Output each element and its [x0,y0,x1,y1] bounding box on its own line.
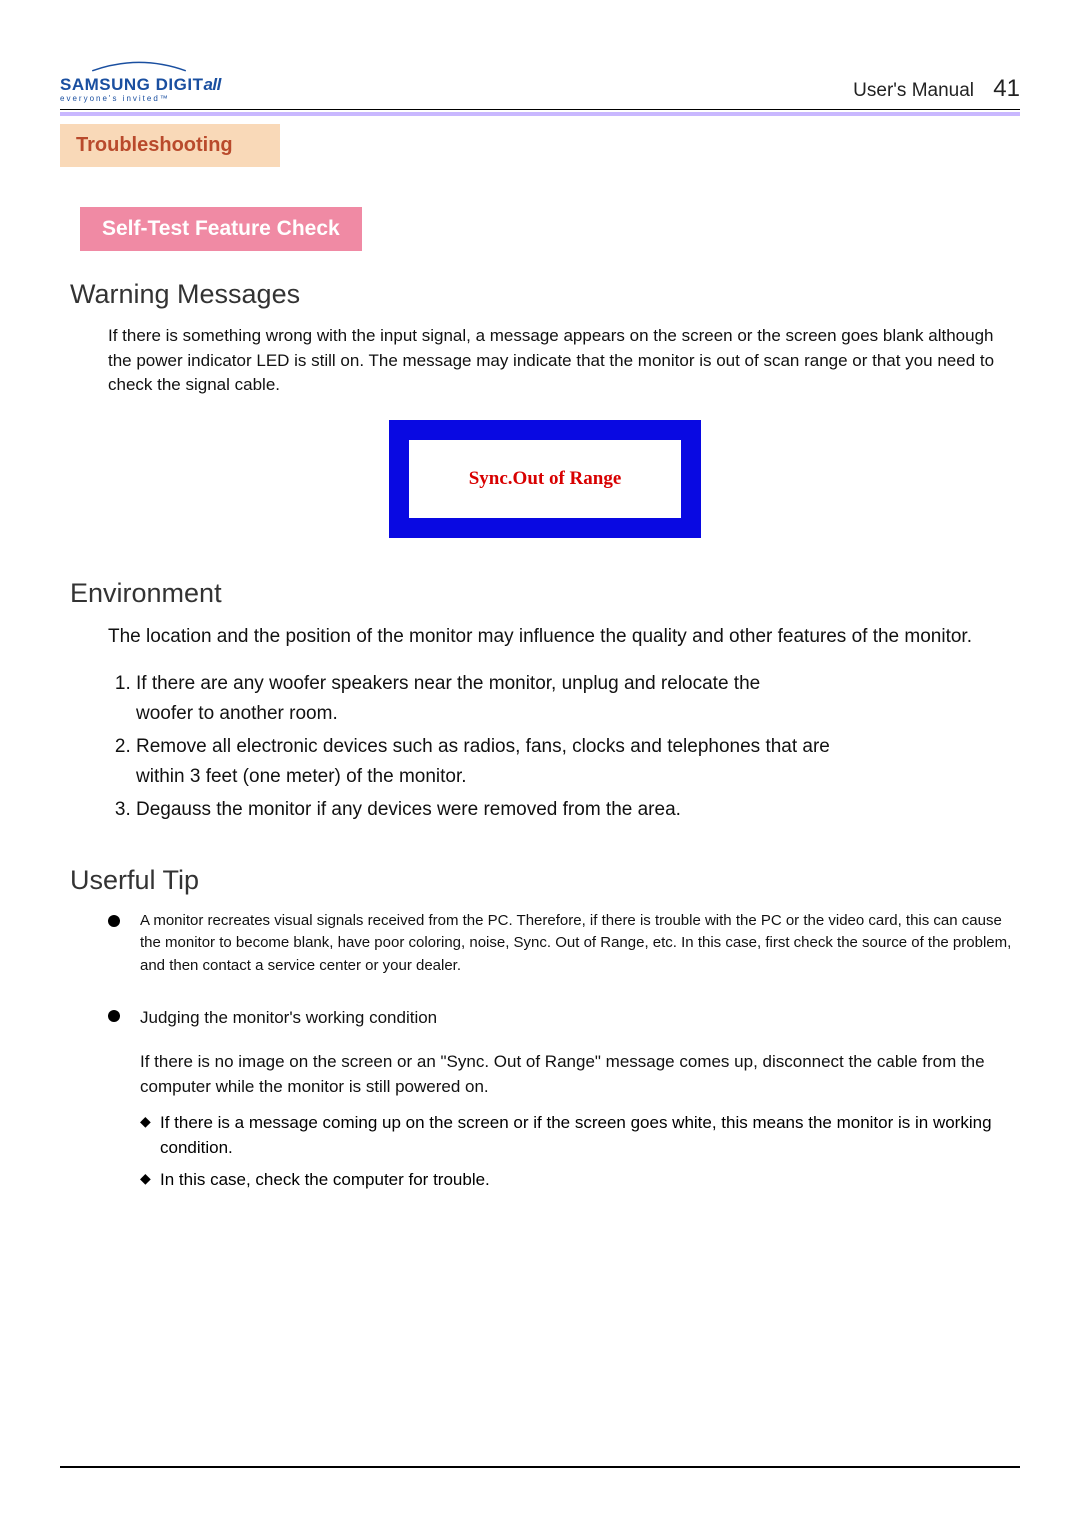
warning-body: If there is something wrong with the inp… [108,324,1020,398]
warning-box-text: Sync.Out of Range [469,468,622,489]
logo-brand-c: all [203,75,220,94]
footer-rule [60,1466,1020,1468]
logo-brand-b: DIGIT [156,75,204,94]
tip2-body: If there is no image on the screen or an… [140,1049,1020,1100]
header-title: User's Manual [853,80,974,101]
warning-box-wrap: Sync.Out of Range [70,420,1020,538]
tip2-d1-row: ◆ If there is a message coming up on the… [140,1110,1020,1161]
tip2-d2: In this case, check the computer for tro… [160,1167,490,1193]
environment-item-2: Remove all electronic devices such as ra… [136,732,856,791]
logo-text: SAMSUNG DIGITall [60,76,221,93]
tip2-sub: If there is no image on the screen or an… [140,1049,1020,1193]
environment-list: If there are any woofer speakers near th… [114,669,1020,824]
bullet-icon [108,1010,120,1022]
section-tab: Troubleshooting [60,124,280,167]
tip1-text: A monitor recreates visual signals recei… [140,910,1020,978]
logo-arc-icon [64,60,214,72]
section-tab-row: Troubleshooting [60,124,1020,167]
environment-intro: The location and the position of the mon… [108,623,1020,652]
tip2-d2-row: ◆ In this case, check the computer for t… [140,1167,1020,1193]
tip-heading: Userful Tip [70,865,1020,896]
brand-logo: SAMSUNG DIGITall everyone's invited™ [60,60,221,103]
header-rule [60,109,1020,110]
tip2-d1: If there is a message coming up on the s… [160,1110,1020,1161]
warning-box: Sync.Out of Range [389,420,702,538]
environment-heading: Environment [70,578,1020,609]
manual-page: SAMSUNG DIGITall everyone's invited™ Use… [0,0,1080,1528]
page-header: SAMSUNG DIGITall everyone's invited™ Use… [60,60,1020,103]
warning-heading: Warning Messages [70,279,1020,310]
bullet-icon [108,915,120,927]
header-right: User's Manual 41 [853,75,1020,103]
logo-tagline: everyone's invited™ [60,95,221,103]
tip2-title: Judging the monitor's working condition [140,1005,437,1031]
environment-item-3: Degauss the monitor if any devices were … [136,795,1020,824]
page-number: 41 [993,75,1020,102]
diamond-icon: ◆ [140,1110,154,1134]
header-accent-rule [60,112,1020,116]
tip-item-1: A monitor recreates visual signals recei… [108,910,1020,978]
sub-tab: Self-Test Feature Check [80,207,362,251]
sub-tab-row: Self-Test Feature Check [60,167,1020,251]
environment-item-1: If there are any woofer speakers near th… [136,669,776,728]
diamond-icon: ◆ [140,1167,154,1191]
content: Warning Messages If there is something w… [60,279,1020,1192]
tip-item-2: Judging the monitor's working condition [108,1005,1020,1031]
logo-brand-a: SAMSUNG [60,75,156,94]
